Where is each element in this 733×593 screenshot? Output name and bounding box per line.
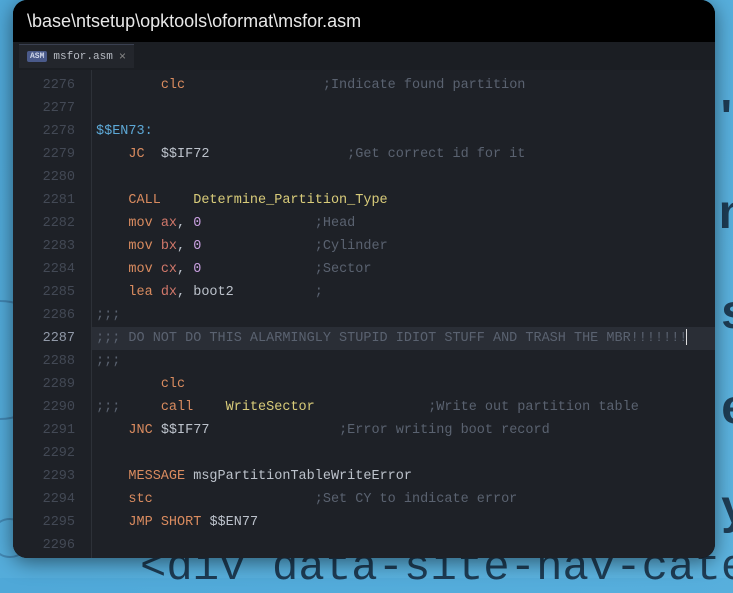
tab-msfor[interactable]: ASM msfor.asm × xyxy=(19,44,134,68)
code-line[interactable]: JNC $$IF77 ;Error writing boot record xyxy=(96,419,715,442)
line-number: 2276 xyxy=(13,74,75,97)
code-line[interactable]: MESSAGE msgPartitionTableWriteError xyxy=(96,465,715,488)
code-line[interactable]: mov cx, 0 ;Sector xyxy=(96,258,715,281)
line-number: 2281 xyxy=(13,189,75,212)
line-number: 2286 xyxy=(13,304,75,327)
line-number: 2279 xyxy=(13,143,75,166)
code-line[interactable] xyxy=(96,442,715,465)
line-number: 2295 xyxy=(13,511,75,534)
bg-text-fragment: n xyxy=(719,185,733,240)
line-number: 2277 xyxy=(13,97,75,120)
line-number: 2289 xyxy=(13,373,75,396)
line-number: 2287 xyxy=(13,327,75,350)
code-line[interactable]: JMP SHORT $$EN77 xyxy=(96,511,715,534)
code-content[interactable]: clc ;Indicate found partition $$EN73: JC… xyxy=(92,70,715,558)
tab-filename: msfor.asm xyxy=(53,51,112,63)
editor-window: \base\ntsetup\opktools\oformat\msfor.asm… xyxy=(13,0,715,558)
window-titlebar[interactable]: \base\ntsetup\opktools\oformat\msfor.asm xyxy=(13,0,715,42)
close-icon[interactable]: × xyxy=(119,50,126,64)
line-number: 2278 xyxy=(13,120,75,143)
line-number: 2284 xyxy=(13,258,75,281)
line-number: 2294 xyxy=(13,488,75,511)
code-line[interactable]: ;;; DO NOT DO THIS ALARMINGLY STUPID IDI… xyxy=(92,327,715,350)
bg-text-fragment: e xyxy=(721,380,733,435)
code-line[interactable] xyxy=(96,166,715,189)
bg-text-fragment: s xyxy=(721,285,733,340)
line-number: 2293 xyxy=(13,465,75,488)
code-line[interactable]: mov ax, 0 ;Head xyxy=(96,212,715,235)
code-line[interactable]: $$EN73: xyxy=(96,120,715,143)
tab-bar: ASM msfor.asm × xyxy=(13,42,715,70)
code-line[interactable] xyxy=(96,534,715,557)
bg-text-fragment: '; xyxy=(721,90,733,145)
line-number: 2285 xyxy=(13,281,75,304)
code-line[interactable] xyxy=(96,97,715,120)
line-number: 2292 xyxy=(13,442,75,465)
code-line[interactable]: ;;; call WriteSector ;Write out partitio… xyxy=(96,396,715,419)
window-title: \base\ntsetup\opktools\oformat\msfor.asm xyxy=(27,11,361,32)
line-number: 2291 xyxy=(13,419,75,442)
code-line[interactable]: JC $$IF72 ;Get correct id for it xyxy=(96,143,715,166)
code-line[interactable]: CALL Determine_Partition_Type xyxy=(96,189,715,212)
bg-text-fragment: y xyxy=(721,480,733,535)
line-number-gutter: 2276227722782279228022812282228322842285… xyxy=(13,70,91,558)
code-line[interactable]: clc ;Indicate found partition xyxy=(96,74,715,97)
line-number: 2290 xyxy=(13,396,75,419)
code-line[interactable]: ;;; xyxy=(96,350,715,373)
tab-filetype-badge: ASM xyxy=(27,51,47,62)
code-line[interactable]: mov bx, 0 ;Cylinder xyxy=(96,235,715,258)
code-line[interactable]: clc xyxy=(96,373,715,396)
code-line[interactable]: ;;; xyxy=(96,304,715,327)
line-number: 2283 xyxy=(13,235,75,258)
line-number: 2280 xyxy=(13,166,75,189)
line-number: 2282 xyxy=(13,212,75,235)
code-line[interactable]: lea dx, boot2 ; xyxy=(96,281,715,304)
text-cursor xyxy=(686,329,687,345)
code-line[interactable]: stc ;Set CY to indicate error xyxy=(96,488,715,511)
line-number: 2288 xyxy=(13,350,75,373)
code-editor[interactable]: 2276227722782279228022812282228322842285… xyxy=(13,70,715,558)
line-number: 2296 xyxy=(13,534,75,557)
